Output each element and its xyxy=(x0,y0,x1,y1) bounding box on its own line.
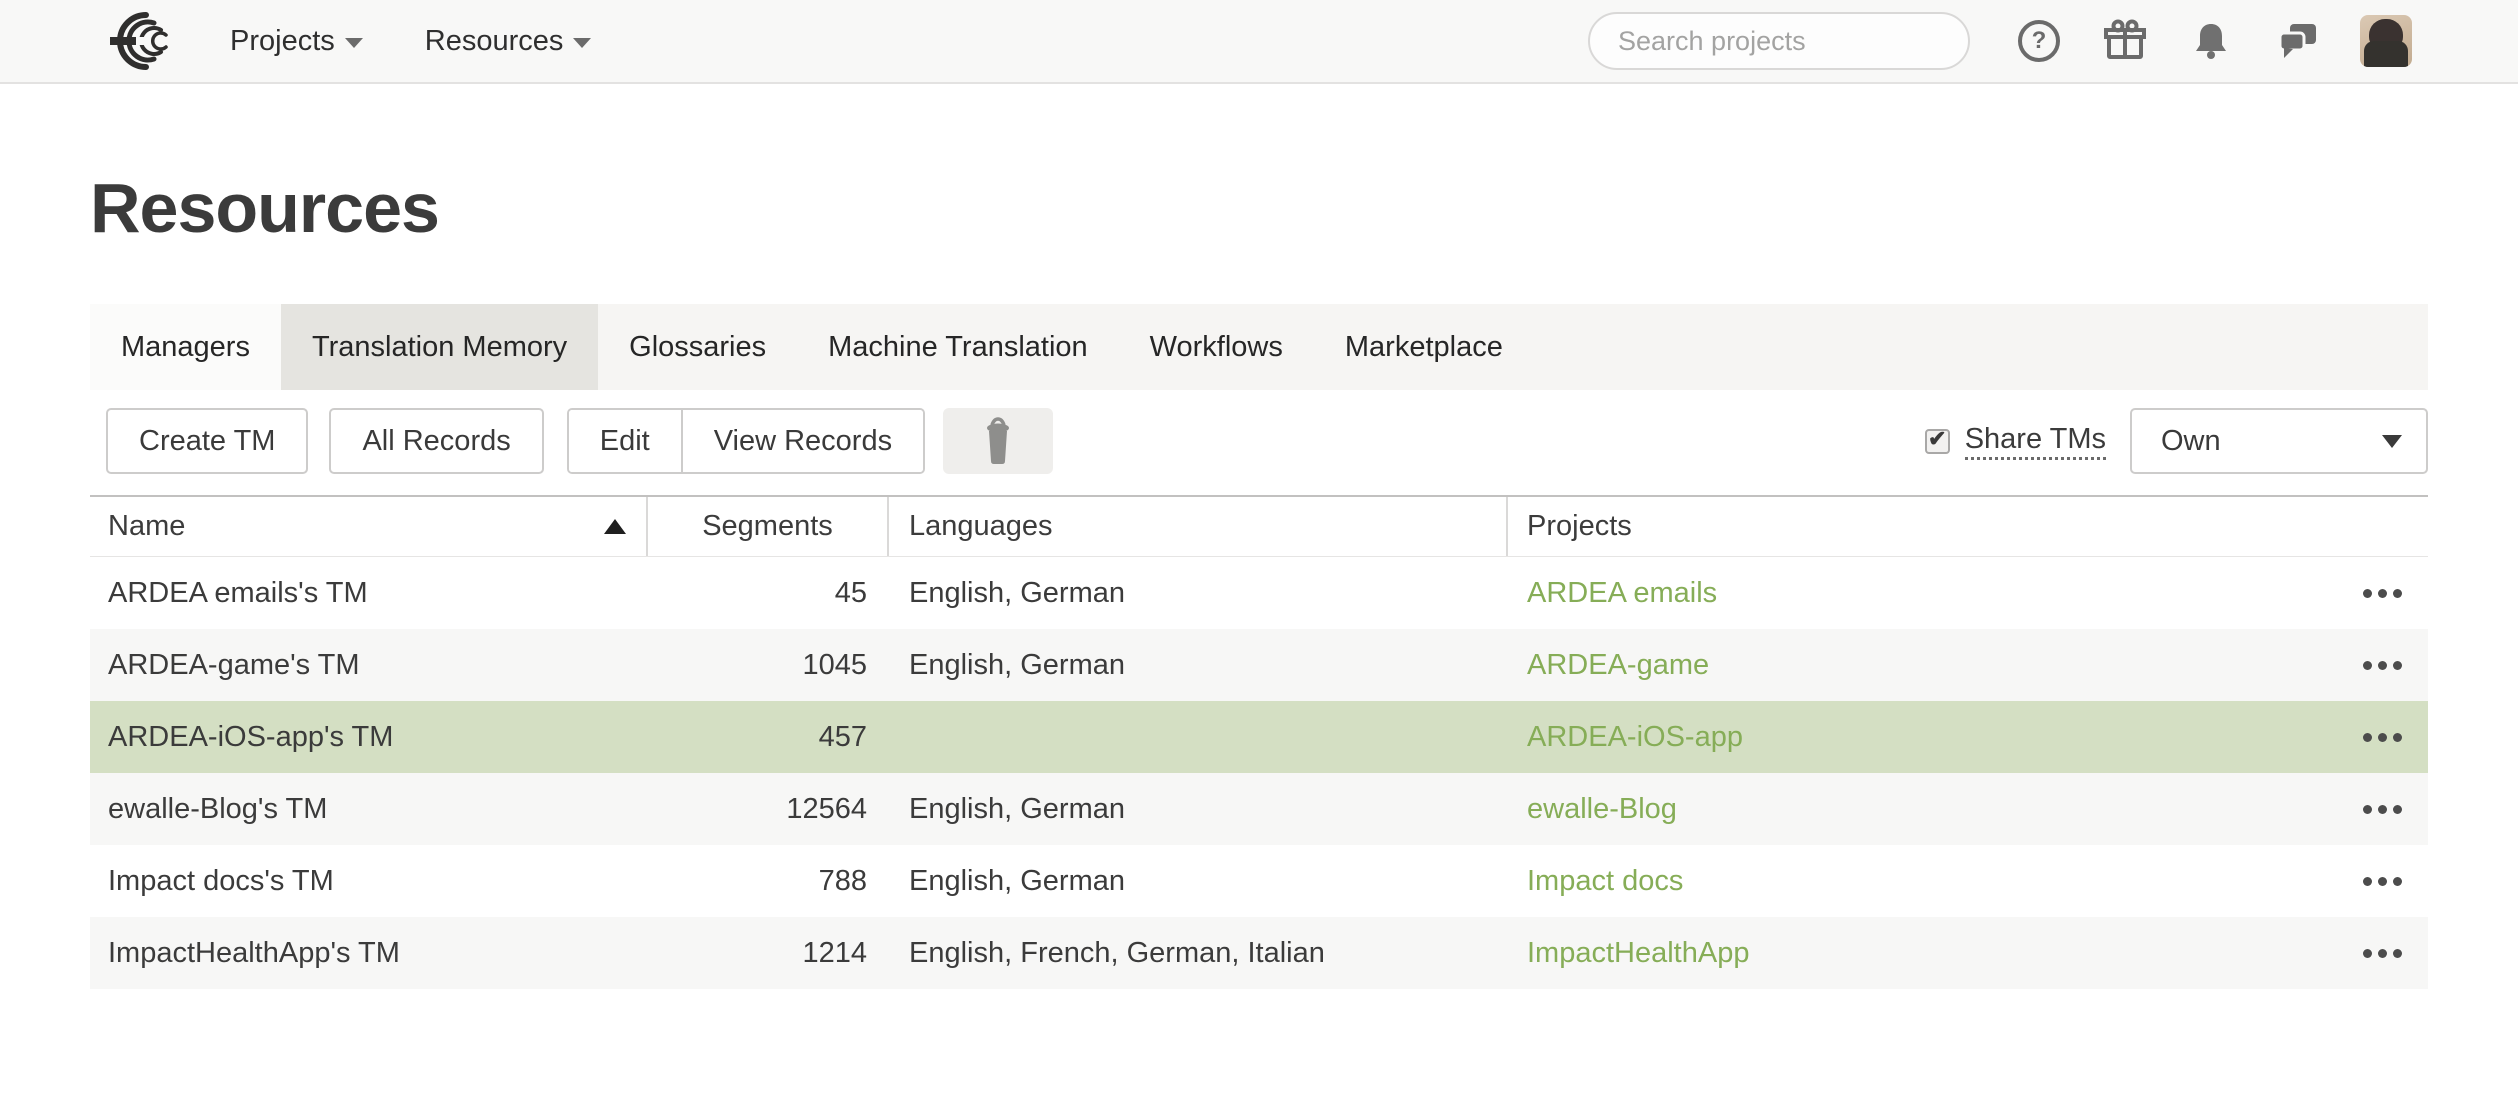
tm-name: ARDEA-iOS-app's TM xyxy=(90,721,648,754)
tm-segments: 457 xyxy=(648,721,889,754)
tm-segments: 1045 xyxy=(648,649,889,682)
row-menu-button[interactable] xyxy=(2328,701,2428,773)
tm-name: ARDEA-game's TM xyxy=(90,649,648,682)
delete-tm-button[interactable] xyxy=(943,408,1053,474)
column-header-actions xyxy=(2328,497,2428,556)
tm-name: ewalle-Blog's TM xyxy=(90,793,648,826)
toolbar-right-group: ✔ Share TMs Own xyxy=(1925,408,2428,474)
tm-name: ARDEA emails's TM xyxy=(90,577,648,610)
tab-workflows[interactable]: Workflows xyxy=(1119,304,1314,390)
table-row[interactable]: ARDEA-game's TM 1045 English, German ARD… xyxy=(90,629,2428,701)
tab-workflows-label: Workflows xyxy=(1150,331,1283,364)
column-header-projects[interactable]: Projects xyxy=(1508,497,2328,556)
tm-name: Impact docs's TM xyxy=(90,865,648,898)
page-container: Resources Managers Translation Memory Gl… xyxy=(90,168,2428,989)
table-row[interactable]: ARDEA emails's TM 45 English, German ARD… xyxy=(90,557,2428,629)
project-search xyxy=(1588,12,1970,70)
dropdown-caret-icon xyxy=(2382,435,2402,448)
row-menu-button[interactable] xyxy=(2328,917,2428,989)
edit-view-button-group: Edit View Records xyxy=(567,408,925,474)
tab-glossaries-label: Glossaries xyxy=(629,331,766,364)
table-row[interactable]: Impact docs's TM 788 English, German Imp… xyxy=(90,845,2428,917)
row-menu-button[interactable] xyxy=(2328,845,2428,917)
bell-icon[interactable] xyxy=(2188,18,2234,64)
tab-managers-label: Managers xyxy=(121,331,250,364)
project-link[interactable]: ARDEA emails xyxy=(1527,577,1717,609)
tab-managers[interactable]: Managers xyxy=(90,304,281,390)
chevron-down-icon xyxy=(345,38,363,48)
nav-menu-projects[interactable]: Projects xyxy=(230,25,363,58)
user-avatar[interactable] xyxy=(2360,15,2412,67)
nav-menu-resources-label: Resources xyxy=(425,25,564,58)
tab-translation-memory[interactable]: Translation Memory xyxy=(281,304,598,390)
gift-icon[interactable] xyxy=(2102,18,2148,64)
column-header-name-label: Name xyxy=(108,510,185,543)
resources-tab-bar: Managers Translation Memory Glossaries M… xyxy=(90,304,2428,390)
column-header-projects-label: Projects xyxy=(1527,510,1632,543)
column-header-segments[interactable]: Segments xyxy=(648,497,889,556)
help-icon[interactable]: ? xyxy=(2016,18,2062,64)
project-link[interactable]: Impact docs xyxy=(1527,865,1683,897)
search-input[interactable] xyxy=(1618,26,1972,57)
tm-scope-select[interactable]: Own xyxy=(2130,408,2428,474)
tm-toolbar: Create TM All Records Edit View Records … xyxy=(90,408,2428,474)
page-title: Resources xyxy=(90,168,2428,248)
share-tms-label[interactable]: Share TMs xyxy=(1965,423,2106,460)
project-link[interactable]: ewalle-Blog xyxy=(1527,793,1677,825)
chevron-down-icon xyxy=(573,38,591,48)
tab-translation-memory-label: Translation Memory xyxy=(312,331,567,364)
tm-languages: English, German xyxy=(889,793,1508,826)
create-tm-button[interactable]: Create TM xyxy=(106,408,308,474)
top-navbar: Projects Resources ? xyxy=(0,0,2518,84)
tm-languages: English, French, German, Italian xyxy=(889,937,1508,970)
table-row[interactable]: ewalle-Blog's TM 12564 English, German e… xyxy=(90,773,2428,845)
nav-menu-resources[interactable]: Resources xyxy=(425,25,592,58)
column-header-segments-label: Segments xyxy=(702,510,833,543)
share-tms-checkbox[interactable]: ✔ xyxy=(1925,429,1950,454)
tm-languages: English, German xyxy=(889,577,1508,610)
edit-button[interactable]: Edit xyxy=(569,410,681,472)
table-row-selected[interactable]: ARDEA-iOS-app's TM 457 ARDEA-iOS-app xyxy=(90,701,2428,773)
tm-segments: 12564 xyxy=(648,793,889,826)
navbar-icon-group: ? xyxy=(2016,15,2412,67)
tab-machine-translation[interactable]: Machine Translation xyxy=(797,304,1119,390)
row-menu-button[interactable] xyxy=(2328,629,2428,701)
tm-name: ImpactHealthApp's TM xyxy=(90,937,648,970)
column-header-languages[interactable]: Languages xyxy=(889,497,1508,556)
column-header-name[interactable]: Name xyxy=(90,497,648,556)
row-menu-button[interactable] xyxy=(2328,773,2428,845)
tm-segments: 45 xyxy=(648,577,889,610)
column-header-languages-label: Languages xyxy=(909,510,1053,543)
nav-menu-projects-label: Projects xyxy=(230,25,335,58)
project-link[interactable]: ARDEA-iOS-app xyxy=(1527,721,1743,753)
svg-text:?: ? xyxy=(2032,27,2047,54)
project-link[interactable]: ARDEA-game xyxy=(1527,649,1709,681)
project-link[interactable]: ImpactHealthApp xyxy=(1527,937,1749,969)
tm-segments: 788 xyxy=(648,865,889,898)
tm-scope-value: Own xyxy=(2161,425,2382,458)
tm-languages: English, German xyxy=(889,649,1508,682)
trash-icon xyxy=(977,417,1019,465)
all-records-button[interactable]: All Records xyxy=(329,408,543,474)
tab-glossaries[interactable]: Glossaries xyxy=(598,304,797,390)
sort-ascending-icon xyxy=(604,519,626,534)
view-records-button[interactable]: View Records xyxy=(681,410,923,472)
tab-machine-translation-label: Machine Translation xyxy=(828,331,1088,364)
checkmark-icon: ✔ xyxy=(1928,428,1946,450)
tm-segments: 1214 xyxy=(648,937,889,970)
tm-table: Name Segments Languages Projects ARDEA e… xyxy=(90,495,2428,989)
tab-marketplace-label: Marketplace xyxy=(1345,331,1503,364)
table-row[interactable]: ImpactHealthApp's TM 1214 English, Frenc… xyxy=(90,917,2428,989)
row-menu-button[interactable] xyxy=(2328,557,2428,629)
tm-table-header: Name Segments Languages Projects xyxy=(90,495,2428,557)
tm-languages: English, German xyxy=(889,865,1508,898)
smartcat-logo-icon[interactable] xyxy=(100,11,184,71)
chat-icon[interactable] xyxy=(2274,18,2320,64)
tab-marketplace[interactable]: Marketplace xyxy=(1314,304,1534,390)
